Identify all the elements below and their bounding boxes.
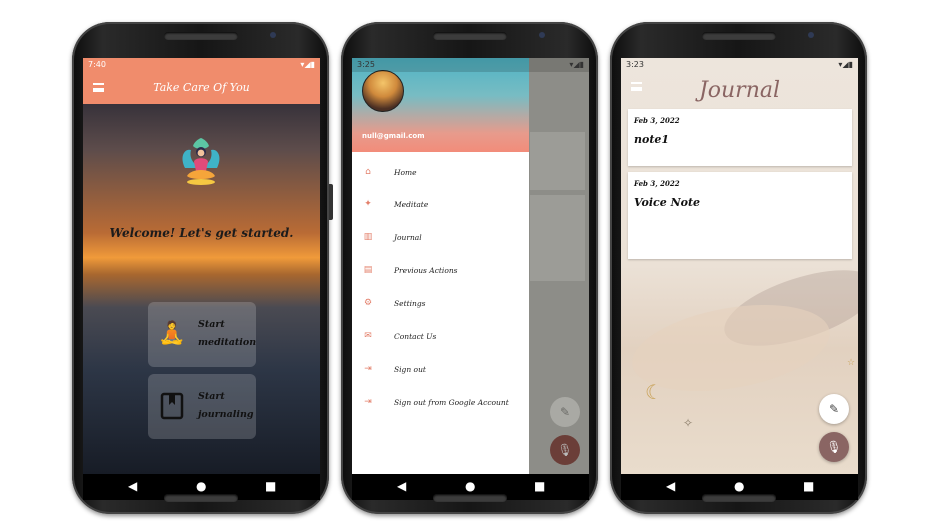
book-icon: ▥ (363, 232, 373, 242)
mic-fab[interactable]: 🎙 (819, 432, 849, 462)
recents-icon[interactable]: ■ (265, 479, 276, 493)
status-icons: ▾◢▮ (569, 60, 584, 69)
welcome-heading: Welcome! Let's get started. (109, 226, 294, 240)
back-icon[interactable]: ◀ (666, 479, 675, 493)
journal-screen: 3:23 ▾◢▮ Journal Feb 3, 2022 note1 Feb 3… (621, 58, 858, 474)
drawer-screen: ✎ 🎙 null@gmail.com ⌂ Home ✦ Meditate ▥ Jour… (352, 58, 589, 474)
status-bar: 3:23 ▾◢▮ (621, 58, 858, 72)
drawer-item-label: Previous Actions (394, 266, 458, 275)
avatar (362, 70, 404, 112)
drawer-item-home[interactable]: ⌂ Home (352, 164, 529, 184)
drawer-item-previous-actions[interactable]: ▤ Previous Actions (352, 262, 529, 282)
drawer-item-journal[interactable]: ▥ Journal (352, 229, 529, 249)
drawer-item-label: Sign out (394, 365, 426, 374)
edit-fab[interactable]: ✎ (550, 397, 580, 427)
bottom-speaker (702, 494, 776, 502)
drawer-item-label: Meditate (394, 200, 429, 209)
recents-icon[interactable]: ■ (534, 479, 545, 493)
mail-icon: ✉ (364, 331, 372, 341)
drawer-item-settings[interactable]: ⚙ Settings (352, 295, 529, 315)
meditation-pose-icon: 🧘 (158, 321, 186, 346)
user-email: null@gmail.com (362, 132, 425, 140)
home-icon: ⌂ (365, 167, 371, 177)
drawer-item-meditate[interactable]: ✦ Meditate (352, 196, 529, 216)
start-meditation-card[interactable]: 🧘 Start meditation (148, 302, 256, 367)
star-icon: ✧ (683, 416, 694, 430)
app-title: Take Care Of You (153, 81, 250, 94)
note-date: Feb 3, 2022 (634, 116, 680, 125)
star-icon: ☆ (847, 358, 856, 368)
edit-fab[interactable]: ✎ (819, 394, 849, 424)
phone-drawer: ✎ 🎙 null@gmail.com ⌂ Home ✦ Meditate ▥ Jour… (341, 22, 598, 514)
logout-icon: ⇥ (364, 397, 372, 407)
earpiece (433, 32, 507, 40)
front-camera (539, 32, 545, 38)
note-card[interactable]: Feb 3, 2022 Voice Note (628, 172, 852, 259)
bottom-speaker (433, 494, 507, 502)
note-card[interactable]: Feb 3, 2022 note1 (628, 109, 852, 166)
status-icons: ▾◢▮ (838, 60, 853, 69)
moon-icon: ☾ (645, 380, 663, 404)
navigation-drawer: null@gmail.com ⌂ Home ✦ Meditate ▥ Journal … (352, 58, 529, 474)
mic-fab[interactable]: 🎙 (550, 435, 580, 465)
bottom-speaker (164, 494, 238, 502)
home-screen: 7:40 ▾◢▮ Take Care Of You Welcome! Let's… (83, 58, 320, 474)
status-bar: 3:25 ▾◢▮ (352, 58, 589, 72)
clipboard-icon: ▤ (363, 265, 373, 275)
earpiece (702, 32, 776, 40)
power-button (329, 184, 333, 220)
page-title: Journal (698, 78, 781, 103)
logout-icon: ⇥ (364, 364, 372, 374)
status-time: 7:40 (88, 60, 106, 69)
drawer-item-sign-out[interactable]: ⇥ Sign out (352, 361, 529, 381)
status-time: 3:23 (626, 60, 644, 69)
status-time: 3:25 (357, 60, 375, 69)
drawer-item-label: Journal (394, 233, 422, 242)
home-circle-icon[interactable]: ● (465, 479, 475, 493)
earpiece (164, 32, 238, 40)
home-circle-icon[interactable]: ● (734, 479, 744, 493)
front-camera (270, 32, 276, 38)
note-date: Feb 3, 2022 (634, 179, 680, 188)
note-title: Voice Note (634, 196, 701, 209)
phone-home: 7:40 ▾◢▮ Take Care Of You Welcome! Let's… (72, 22, 333, 514)
app-bar: Take Care Of You (83, 72, 320, 104)
gear-icon: ⚙ (363, 298, 373, 308)
drawer-item-label: Settings (394, 299, 426, 308)
drawer-item-label: Sign out from Google Account (394, 398, 509, 407)
start-journaling-card[interactable]: Start journaling (148, 374, 256, 439)
status-bar: 7:40 ▾◢▮ (83, 58, 320, 72)
start-meditation-label: Start meditation (198, 319, 257, 348)
start-journaling-label: Start journaling (198, 391, 254, 420)
note-title: note1 (634, 133, 670, 146)
drawer-header: null@gmail.com (352, 58, 529, 152)
drawer-item-contact-us[interactable]: ✉ Contact Us (352, 328, 529, 348)
home-circle-icon[interactable]: ● (196, 479, 206, 493)
phone-journal: 3:23 ▾◢▮ Journal Feb 3, 2022 note1 Feb 3… (610, 22, 867, 514)
drawer-item-label: Home (394, 168, 417, 177)
drawer-item-label: Contact Us (394, 332, 437, 341)
sparkle-icon: ✦ (364, 199, 372, 209)
recents-icon[interactable]: ■ (803, 479, 814, 493)
front-camera (808, 32, 814, 38)
back-icon[interactable]: ◀ (397, 479, 406, 493)
bookmark-book-icon (158, 392, 186, 420)
status-icons: ▾◢▮ (300, 60, 315, 69)
background-note-card (530, 195, 585, 281)
meditation-logo-icon (182, 138, 220, 185)
back-icon[interactable]: ◀ (128, 479, 137, 493)
drawer-item-sign-out-google[interactable]: ⇥ Sign out from Google Account (352, 394, 529, 414)
background-note-card (530, 132, 585, 190)
